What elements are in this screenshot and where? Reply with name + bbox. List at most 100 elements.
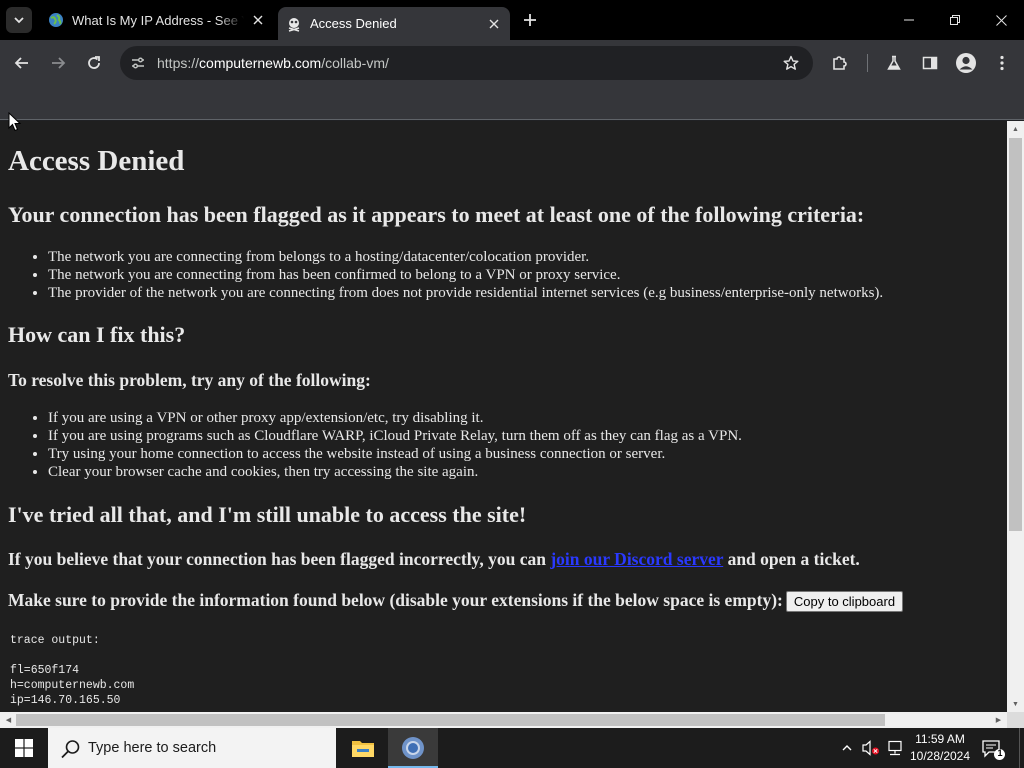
- close-icon[interactable]: [486, 16, 502, 32]
- pirate-flag-icon: [286, 16, 302, 32]
- list-item: The network you are connecting from belo…: [48, 248, 883, 266]
- network-icon[interactable]: [885, 738, 905, 758]
- bookmarks-bar: [0, 86, 1024, 120]
- restore-icon: [950, 15, 960, 25]
- notification-count-badge: 1: [997, 748, 1003, 758]
- clock-date: 10/28/2024: [909, 749, 971, 763]
- trace-line: h=computernewb.com: [10, 679, 135, 692]
- list-item: Clear your browser cache and cookies, th…: [48, 463, 742, 481]
- trace-output: trace output: fl=650f174 h=computernewb.…: [10, 633, 134, 708]
- arrow-right-icon: [52, 57, 66, 69]
- forward-button[interactable]: [43, 48, 73, 78]
- notification-center-button[interactable]: 1: [980, 736, 1006, 762]
- bookmark-star-icon[interactable]: [781, 53, 801, 73]
- start-button[interactable]: [0, 728, 48, 768]
- incorrect-paragraph: If you believe that your connection has …: [8, 549, 860, 570]
- list-item: The provider of the network you are conn…: [48, 284, 883, 302]
- more-vert-icon: [1000, 55, 1004, 71]
- site-info-icon[interactable]: [128, 53, 148, 73]
- url-host: computernewb.com: [199, 55, 322, 71]
- scroll-left-arrow-icon[interactable]: ◀: [0, 712, 17, 728]
- page-title: Access Denied: [8, 145, 185, 177]
- search-icon: [61, 740, 80, 759]
- puzzle-icon: [833, 56, 847, 70]
- page-viewport: Access Denied Your connection has been f…: [0, 121, 1007, 712]
- chrome-taskbar-button[interactable]: [388, 728, 438, 768]
- taskbar: Type here to search 11:59 AM 10/28/2024 …: [0, 728, 1024, 768]
- list-item: The network you are connecting from has …: [48, 266, 883, 284]
- close-icon: [995, 14, 1007, 26]
- scroll-right-arrow-icon[interactable]: ▶: [990, 712, 1007, 728]
- mouse-cursor-icon: [8, 112, 22, 132]
- trace-line: fl=650f174: [10, 664, 80, 677]
- tab-title: What Is My IP Address - See Your Public …: [72, 12, 244, 28]
- file-explorer-taskbar-button[interactable]: [338, 728, 388, 768]
- list-item: If you are using programs such as Cloudf…: [48, 427, 742, 445]
- horizontal-scrollbar[interactable]: ◀ ▶: [0, 712, 1007, 728]
- search-placeholder: Type here to search: [88, 740, 217, 756]
- fix-heading: How can I fix this?: [8, 322, 186, 347]
- extensions-button[interactable]: [825, 48, 855, 78]
- windows-logo-icon: [15, 739, 33, 757]
- globe-icon: [48, 12, 64, 28]
- restore-button[interactable]: [932, 0, 978, 40]
- tab-access-denied[interactable]: Access Denied: [278, 7, 510, 40]
- tried-heading: I've tried all that, and I'm still unabl…: [8, 502, 527, 527]
- close-window-button[interactable]: [978, 0, 1024, 40]
- side-panel-icon: [922, 56, 938, 70]
- flask-icon: [887, 55, 901, 70]
- browser-toolbar: https://computernewb.com/collab-vm/: [0, 40, 1024, 86]
- url-scheme: https://: [157, 55, 200, 71]
- tab-whatismyip[interactable]: What Is My IP Address - See Your Public …: [40, 0, 274, 40]
- vertical-scrollbar[interactable]: ▲ ▼: [1007, 121, 1024, 712]
- reload-icon: [88, 56, 100, 69]
- show-desktop-button[interactable]: [1019, 728, 1024, 768]
- incorrect-prefix: If you believe that your connection has …: [8, 549, 546, 569]
- tab-title: Access Denied: [310, 16, 397, 31]
- tab-strip: What Is My IP Address - See Your Public …: [0, 0, 1024, 40]
- horizontal-scroll-thumb[interactable]: [16, 714, 885, 726]
- incorrect-suffix: and open a ticket.: [727, 549, 860, 569]
- scroll-up-arrow-icon[interactable]: ▲: [1007, 121, 1024, 137]
- provide-info-text: Make sure to provide the information fou…: [8, 590, 783, 610]
- list-item: If you are using a VPN or other proxy ap…: [48, 409, 742, 427]
- reload-button[interactable]: [79, 48, 109, 78]
- criteria-list: The network you are connecting from belo…: [48, 248, 883, 302]
- flagged-heading: Your connection has been flagged as it a…: [8, 202, 865, 227]
- minimize-icon: [904, 19, 914, 21]
- profile-button[interactable]: [951, 48, 981, 78]
- list-item: Try using your home connection to access…: [48, 445, 742, 463]
- toolbar-divider: [867, 54, 868, 72]
- address-bar[interactable]: https://computernewb.com/collab-vm/: [120, 46, 813, 80]
- clock-time: 11:59 AM: [915, 732, 965, 746]
- menu-button[interactable]: [987, 48, 1017, 78]
- chrome-icon: [402, 737, 424, 759]
- speaker-muted-icon[interactable]: [861, 738, 881, 758]
- trace-line: trace output:: [10, 634, 100, 647]
- folder-icon: [352, 741, 374, 757]
- trace-line: ip=146.70.165.50: [10, 694, 121, 707]
- url-path: /collab-vm/: [321, 55, 389, 71]
- avatar-icon: [956, 53, 976, 73]
- vertical-scroll-thumb[interactable]: [1009, 138, 1022, 531]
- arrow-left-icon: [14, 57, 28, 69]
- back-button[interactable]: [7, 48, 37, 78]
- tab-search-button[interactable]: [6, 7, 32, 33]
- close-icon[interactable]: [250, 12, 266, 28]
- url-text[interactable]: https://computernewb.com/collab-vm/: [157, 55, 389, 71]
- chevron-up-icon[interactable]: [837, 738, 857, 758]
- labs-button[interactable]: [879, 48, 909, 78]
- resolve-heading: To resolve this problem, try any of the …: [8, 370, 371, 390]
- scroll-down-arrow-icon[interactable]: ▼: [1007, 696, 1024, 712]
- new-tab-button[interactable]: [518, 8, 542, 32]
- provide-info-paragraph: Make sure to provide the information fou…: [8, 590, 904, 613]
- discord-link[interactable]: join our Discord server: [550, 549, 723, 569]
- scroll-corner: [1007, 712, 1024, 728]
- fixes-list: If you are using a VPN or other proxy ap…: [48, 409, 742, 481]
- chevron-down-icon: [14, 17, 24, 24]
- side-panel-button[interactable]: [915, 48, 945, 78]
- taskbar-clock[interactable]: 11:59 AM 10/28/2024: [906, 731, 974, 765]
- copy-to-clipboard-button[interactable]: Copy to clipboard: [785, 591, 904, 613]
- taskbar-search-box[interactable]: Type here to search: [48, 728, 336, 768]
- minimize-button[interactable]: [886, 0, 932, 40]
